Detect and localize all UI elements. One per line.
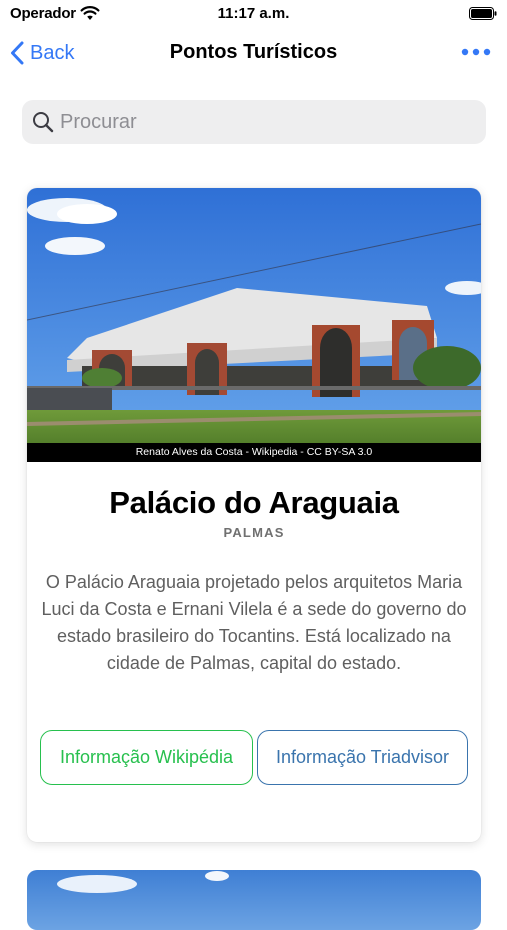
search-icon — [33, 112, 54, 133]
next-place-card[interactable] — [27, 870, 481, 930]
place-title: Palácio do Araguaia — [109, 485, 399, 520]
place-photo: Renato Alves da Costa - Wikipedia - CC B… — [27, 188, 481, 462]
place-card: Renato Alves da Costa - Wikipedia - CC B… — [27, 188, 481, 842]
search-bar[interactable] — [22, 100, 486, 144]
clock-label: 11:17 a.m. — [217, 5, 290, 22]
search-input[interactable] — [60, 110, 460, 134]
wikipedia-info-button[interactable]: Informação Wikipédia — [40, 730, 253, 785]
tripadvisor-info-button-label: Informação Triadvisor — [275, 747, 450, 767]
page-title: Pontos Turísticos — [169, 41, 338, 63]
wikipedia-info-button-label: Informação Wikipédia — [59, 747, 234, 767]
navigation-bar: Back Pontos Turísticos — [0, 30, 507, 76]
ellipsis-icon[interactable] — [461, 44, 491, 60]
battery-icon — [469, 7, 497, 20]
place-description: O Palácio Araguaia projetado pelos arqui… — [41, 572, 467, 673]
tripadvisor-info-button[interactable]: Informação Triadvisor — [257, 730, 468, 785]
status-bar: Operador 11:17 a.m. — [0, 0, 507, 28]
photo-credit: Renato Alves da Costa - Wikipedia - CC B… — [27, 443, 481, 462]
place-city: PALMAS — [223, 525, 285, 540]
